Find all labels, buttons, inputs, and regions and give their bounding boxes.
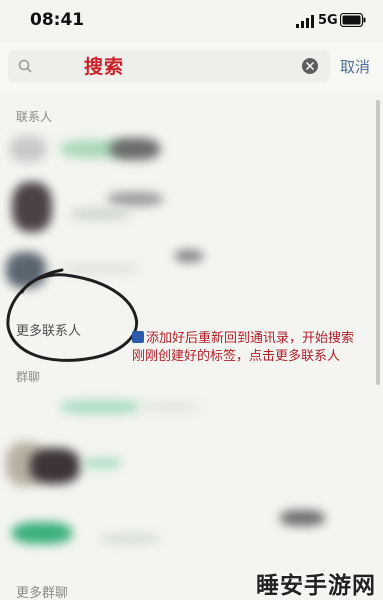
clear-icon[interactable] <box>302 58 318 74</box>
more-groups-link[interactable]: 更多群聊 <box>16 582 68 600</box>
list-item[interactable] <box>0 434 378 500</box>
list-item[interactable] <box>0 504 378 560</box>
annotation-note: 添加好后重新回到通讯录，开始搜索刚刚创建好的标签，点击更多联系人 <box>132 330 364 366</box>
signal-icon <box>296 15 314 28</box>
section-header-contacts: 联系人 <box>16 110 53 124</box>
cancel-button[interactable]: 取消 <box>340 56 370 77</box>
scrollbar[interactable] <box>376 100 380 385</box>
list-item[interactable] <box>0 390 378 430</box>
search-icon <box>18 59 32 73</box>
search-query-text: 搜索 <box>84 56 125 78</box>
list-item[interactable] <box>0 178 378 236</box>
list-item[interactable] <box>0 128 378 172</box>
search-bar: 搜索 取消 <box>0 42 383 92</box>
battery-icon <box>340 13 366 27</box>
annotation-note-text: 添加好后重新回到通讯录，开始搜索刚刚创建好的标签，点击更多联系人 <box>132 331 355 364</box>
status-bar: 08:41 5G <box>0 0 383 42</box>
annotation-circle <box>6 268 139 362</box>
note-marker-icon <box>132 331 144 343</box>
search-input[interactable]: 搜索 <box>8 50 330 82</box>
network-label: 5G <box>318 13 338 28</box>
status-time: 08:41 <box>30 10 85 30</box>
watermark: 睡安手游网 <box>256 573 376 599</box>
